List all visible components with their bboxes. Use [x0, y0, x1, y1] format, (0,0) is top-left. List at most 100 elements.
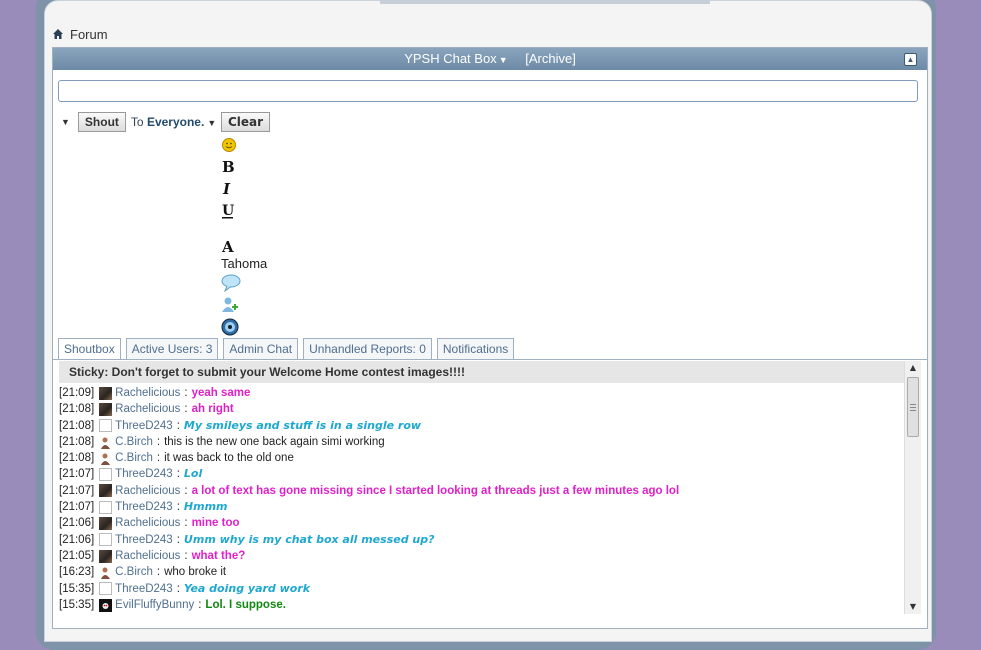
message-username[interactable]: EvilFluffyBunny — [115, 597, 194, 613]
shout-input[interactable] — [58, 80, 918, 102]
chat-title[interactable]: YPSH Chat Box — [404, 51, 497, 66]
message-time: [21:08] — [59, 403, 95, 416]
add-user-icon[interactable] — [221, 294, 281, 316]
avatar[interactable] — [99, 582, 113, 596]
chat-bubble-icon[interactable] — [221, 272, 281, 294]
avatar[interactable] — [99, 468, 113, 482]
clear-button[interactable]: Clear — [221, 112, 271, 132]
avatar[interactable] — [99, 484, 113, 498]
avatar[interactable] — [99, 435, 113, 449]
chat-tabs: Shoutbox Active Users: 3 Admin Chat Unha… — [58, 338, 515, 360]
message-separator: : — [184, 484, 188, 497]
home-icon[interactable] — [52, 28, 64, 40]
message-time: [21:05] — [59, 549, 95, 562]
scroll-up-icon[interactable]: ▲ — [905, 361, 921, 375]
avatar[interactable] — [99, 565, 113, 579]
tab-unhandled-reports[interactable]: Unhandled Reports: 0 — [303, 338, 432, 359]
message-username[interactable]: C.Birch — [115, 450, 153, 466]
message-separator: : — [184, 517, 188, 530]
avatar[interactable] — [99, 533, 113, 547]
message-text: Yea doing yard work — [183, 581, 311, 595]
message-username[interactable]: ThreeD243 — [115, 532, 173, 548]
message-username[interactable]: ThreeD243 — [115, 499, 173, 515]
message-time: [21:08] — [59, 419, 95, 432]
sticky-message: Sticky: Don't forget to submit your Welc… — [59, 361, 904, 383]
avatar[interactable] — [99, 549, 113, 563]
recipient-selector[interactable]: To Everyone. ▼ — [131, 115, 216, 129]
message-username[interactable]: C.Birch — [115, 564, 153, 580]
italic-icon[interactable]: I — [221, 178, 281, 200]
message-text: what the? — [191, 549, 246, 562]
font-selector[interactable]: Tahoma — [221, 256, 281, 272]
scroll-thumb[interactable] — [907, 377, 919, 437]
message-time: [21:07] — [59, 484, 95, 497]
underline-icon[interactable]: U — [221, 200, 281, 222]
message-row: [21:07] ThreeD243: Lol — [59, 466, 904, 482]
message-row: [21:08] C.Birch: this is the new one back … — [59, 434, 904, 450]
options-dropdown-icon[interactable]: ▼ — [61, 117, 70, 127]
message-time: [16:23] — [59, 566, 95, 579]
message-row: [21:07] ThreeD243: Hmmm — [59, 499, 904, 515]
sound-icon[interactable] — [221, 316, 281, 338]
message-scrollbar[interactable]: ▲ ▼ — [904, 361, 921, 614]
message-separator: : — [176, 582, 180, 595]
message-text: this is the new one back again simi work… — [164, 435, 385, 448]
avatar[interactable] — [99, 598, 113, 612]
message-text: Lol — [183, 467, 203, 481]
message-username[interactable]: C.Birch — [115, 434, 153, 450]
recipient-value: Everyone. — [146, 115, 205, 129]
message-separator: : — [184, 403, 188, 416]
avatar[interactable] — [99, 402, 113, 416]
message-username[interactable]: Rachelicious — [115, 548, 180, 564]
message-separator: : — [156, 566, 161, 579]
message-row: [21:06] ThreeD243: Umm why is my chat box … — [59, 532, 904, 548]
shout-button[interactable]: Shout — [77, 112, 126, 132]
avatar[interactable] — [99, 419, 113, 433]
message-text: yeah same — [191, 387, 251, 399]
message-username[interactable]: Rachelicious — [115, 385, 180, 401]
avatar[interactable] — [99, 500, 113, 514]
svg-text:I: I — [222, 181, 231, 197]
message-text: mine too — [191, 517, 240, 530]
scroll-down-icon[interactable]: ▼ — [905, 600, 921, 614]
message-username[interactable]: ThreeD243 — [115, 418, 173, 434]
bold-icon[interactable]: B — [221, 156, 281, 178]
chevron-down-icon[interactable]: ▼ — [499, 55, 508, 65]
formatting-toolbar: B I U A Tahoma — [221, 134, 281, 338]
smiley-icon[interactable] — [221, 134, 281, 156]
message-username[interactable]: Rachelicious — [115, 401, 180, 417]
message-time: [21:09] — [59, 387, 95, 399]
collapse-icon[interactable]: ▲ — [904, 53, 917, 66]
avatar[interactable] — [99, 451, 113, 465]
message-row: [15:35] EvilFluffyBunny: Lol. I suppose. — [59, 597, 904, 613]
top-strip — [380, 0, 710, 4]
tab-notifications[interactable]: Notifications — [436, 338, 515, 359]
message-text: Lol. I suppose. — [205, 598, 286, 611]
chevron-down-icon[interactable]: ▼ — [207, 118, 216, 128]
message-row: [21:08] Rachelicious: ah right — [59, 401, 904, 417]
breadcrumb-forum-link[interactable]: Forum — [70, 27, 108, 42]
message-time: [15:35] — [59, 598, 95, 611]
message-separator: : — [184, 549, 188, 562]
message-separator: : — [156, 435, 161, 448]
message-username[interactable]: Rachelicious — [115, 515, 180, 531]
message-time: [21:08] — [59, 435, 95, 448]
archive-link[interactable]: [Archive] — [525, 51, 576, 66]
font-color-icon[interactable]: A — [221, 236, 281, 256]
tab-shoutbox[interactable]: Shoutbox — [58, 338, 121, 360]
message-username[interactable]: Rachelicious — [115, 483, 180, 499]
message-username[interactable]: ThreeD243 — [115, 466, 173, 482]
message-row: [21:09] Rachelicious: yeah same — [59, 385, 904, 401]
message-list: Sticky: Don't forget to submit your Welc… — [59, 361, 904, 614]
avatar[interactable] — [99, 517, 113, 531]
svg-text:B: B — [222, 159, 235, 175]
message-separator: : — [176, 419, 180, 432]
svg-text:A: A — [221, 238, 234, 254]
message-text: ah right — [191, 403, 234, 416]
message-text: it was back to the old one — [164, 452, 294, 465]
message-text: Hmmm — [183, 500, 228, 514]
avatar[interactable] — [99, 386, 113, 400]
tab-active-users[interactable]: Active Users: 3 — [125, 338, 219, 359]
tab-admin-chat[interactable]: Admin Chat — [223, 338, 299, 359]
message-username[interactable]: ThreeD243 — [115, 581, 173, 597]
